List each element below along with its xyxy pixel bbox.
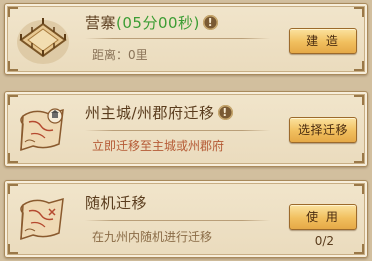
relocation-description: 立即迁移至主城或州郡府 — [92, 139, 225, 153]
card-corner — [354, 184, 364, 194]
camp-card: 营寨(05分00秒)! 距离：0里 建 造 — [4, 3, 368, 75]
distance-text: 距离：0里 — [92, 48, 148, 62]
build-button[interactable]: 建 造 — [289, 28, 357, 54]
divider — [85, 130, 270, 131]
item-title: 营寨(05分00秒)! — [85, 12, 218, 33]
item-title: 州主城/州郡府迁移! — [85, 102, 233, 123]
divider — [85, 220, 270, 221]
card-corner — [354, 7, 364, 17]
camp-title: 营寨 — [85, 14, 117, 32]
scroll-map-icon — [15, 193, 71, 249]
camp-icon — [15, 12, 71, 68]
card-corner — [354, 153, 364, 163]
usage-count: 0/2 — [314, 234, 334, 248]
info-icon[interactable]: ! — [217, 105, 233, 120]
build-timer: (05分00秒) — [116, 14, 200, 32]
card-corner — [354, 244, 364, 254]
scroll-map-icon — [15, 102, 71, 158]
card-corner — [354, 61, 364, 71]
info-icon[interactable]: ! — [202, 15, 218, 30]
random-relocation-title: 随机迁移 — [85, 194, 148, 212]
select-relocation-button[interactable]: 选择迁移 — [289, 117, 357, 143]
random-relocation-card: 随机迁移 在九州内随机进行迁移 使 用 0/2 — [4, 180, 368, 258]
card-corner — [354, 95, 364, 105]
capital-relocation-title: 州主城/州郡府迁移 — [85, 104, 215, 122]
use-button[interactable]: 使 用 — [289, 204, 357, 230]
random-relocation-description: 在九州内随机进行迁移 — [92, 230, 213, 244]
capital-relocation-card: 州主城/州郡府迁移! 立即迁移至主城或州郡府 选择迁移 — [4, 91, 368, 167]
divider — [85, 38, 270, 39]
